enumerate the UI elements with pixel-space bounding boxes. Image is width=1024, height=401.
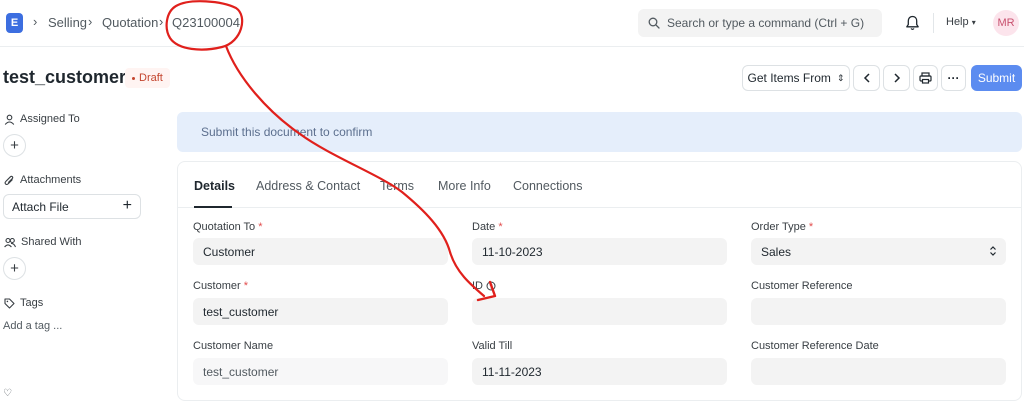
order-type-value: Sales — [761, 245, 792, 259]
date-value: 11-10-2023 — [482, 245, 543, 259]
tab-connections[interactable]: Connections — [513, 179, 583, 193]
status-label: Draft — [139, 72, 163, 84]
tab-details[interactable]: Details — [194, 179, 235, 193]
plus-icon: + — [10, 260, 19, 277]
customer-reference-field[interactable] — [751, 298, 1006, 325]
date-label: Date * — [472, 221, 503, 233]
required-marker: * — [258, 221, 263, 233]
id-label: ID ? — [472, 280, 496, 292]
shared-with-label: Shared With — [21, 236, 82, 248]
breadcrumb-quotation[interactable]: Quotation — [102, 15, 158, 30]
chevron-right-icon — [893, 73, 900, 83]
navbar-divider — [933, 13, 934, 33]
valid-till-value: 11-11-2023 — [482, 365, 542, 379]
plus-icon: + — [10, 137, 19, 154]
submit-alert: Submit this document to confirm — [177, 112, 1022, 152]
required-marker: * — [808, 221, 814, 233]
valid-till-field[interactable]: 11-11-2023 — [472, 358, 727, 385]
quotation-to-value: Customer — [203, 245, 256, 259]
search-icon — [648, 17, 660, 29]
quotation-to-label-text: Quotation To — [193, 221, 256, 233]
add-assignee-button[interactable]: + — [3, 134, 26, 157]
chevron-right-icon: › — [33, 14, 38, 29]
customer-label-text: Customer — [193, 280, 241, 292]
attachments-section: Attachments — [4, 174, 81, 186]
customer-value: test_customer — [203, 305, 279, 319]
date-label-text: Date — [472, 221, 496, 233]
previous-record-button[interactable] — [853, 65, 880, 91]
attachments-label: Attachments — [20, 174, 82, 186]
customer-name-field: test_customer — [193, 358, 448, 385]
get-items-from-button[interactable]: Get Items From ⇕ — [742, 65, 850, 91]
app-logo-letter: E — [10, 17, 19, 29]
search-bar[interactable]: Search or type a command (Ctrl + G) — [638, 9, 882, 37]
attach-file-button[interactable]: Attach File + — [3, 194, 141, 219]
tab-address-contact[interactable]: Address & Contact — [256, 179, 360, 193]
valid-till-label: Valid Till — [472, 340, 513, 352]
next-record-button[interactable] — [883, 65, 910, 91]
attach-file-label: Attach File — [12, 200, 69, 214]
select-arrows-icon: ⇕ — [836, 72, 845, 83]
search-placeholder: Search or type a command (Ctrl + G) — [667, 16, 865, 30]
date-field[interactable]: 11-10-2023 — [472, 238, 727, 265]
help-menu[interactable]: Help ▾ — [946, 16, 976, 28]
chevron-right-icon: › — [159, 14, 164, 29]
shared-with-section: Shared With — [4, 236, 82, 248]
add-tag-link[interactable]: Add a tag ... — [3, 320, 62, 332]
active-tab-indicator — [194, 206, 232, 208]
print-button[interactable] — [913, 65, 938, 91]
required-marker: * — [243, 280, 249, 292]
form-tabs: Details Address & Contact Terms More Inf… — [178, 162, 1021, 208]
avatar[interactable]: MR — [993, 10, 1019, 36]
page-title: test_customer — [3, 67, 127, 87]
navbar: E › Selling › Quotation › Q23100004 Sear… — [0, 0, 1024, 47]
order-type-label: Order Type * — [751, 221, 813, 233]
tab-terms[interactable]: Terms — [380, 179, 414, 193]
required-marker: * — [498, 221, 503, 233]
customer-label: Customer * — [193, 280, 248, 292]
id-label-text: ID — [472, 280, 483, 292]
tags-section: Tags — [4, 297, 43, 309]
chevron-right-icon: › — [88, 14, 93, 29]
chevron-down-icon: ▾ — [971, 18, 976, 27]
submit-button[interactable]: Submit — [971, 65, 1022, 91]
customer-reference-date-label: Customer Reference Date — [751, 340, 879, 352]
paperclip-icon — [4, 175, 14, 185]
users-icon — [4, 237, 16, 247]
app-logo[interactable]: E — [6, 13, 23, 33]
chevron-left-icon — [863, 73, 870, 83]
assigned-to-section: Assigned To — [4, 113, 80, 125]
quotation-to-field[interactable]: Customer — [193, 238, 448, 265]
select-arrows-icon — [990, 246, 996, 256]
alert-text: Submit this document to confirm — [201, 125, 373, 139]
help-label: Help — [946, 16, 969, 28]
user-icon — [4, 114, 15, 125]
bell-icon[interactable] — [905, 15, 920, 31]
tags-label: Tags — [20, 297, 44, 309]
order-type-label-text: Order Type — [751, 221, 806, 233]
add-share-button[interactable]: + — [3, 257, 26, 280]
customer-name-value: test_customer — [203, 365, 279, 379]
id-field[interactable] — [472, 298, 727, 325]
order-type-select[interactable]: Sales — [751, 238, 1006, 265]
status-dot-icon — [132, 76, 135, 80]
customer-reference-date-field[interactable] — [751, 358, 1006, 385]
breadcrumb-document[interactable]: Q23100004 — [172, 15, 240, 30]
ellipsis-icon: ··· — [947, 71, 960, 85]
plus-icon: + — [122, 197, 132, 214]
customer-reference-label: Customer Reference — [751, 280, 853, 292]
more-actions-button[interactable]: ··· — [941, 65, 966, 91]
customer-name-label: Customer Name — [193, 340, 274, 352]
help-circle-icon[interactable]: ? — [486, 281, 496, 291]
tag-icon — [4, 297, 15, 309]
quotation-to-label: Quotation To * — [193, 221, 263, 233]
customer-field[interactable]: test_customer — [193, 298, 448, 325]
printer-icon — [919, 72, 932, 84]
form-card: Details Address & Contact Terms More Inf… — [177, 161, 1022, 401]
status-badge: Draft — [125, 68, 170, 88]
assigned-to-label: Assigned To — [20, 113, 80, 125]
tab-more-info[interactable]: More Info — [438, 179, 491, 193]
get-items-label: Get Items From — [747, 71, 831, 85]
breadcrumb-selling[interactable]: Selling — [48, 15, 87, 30]
